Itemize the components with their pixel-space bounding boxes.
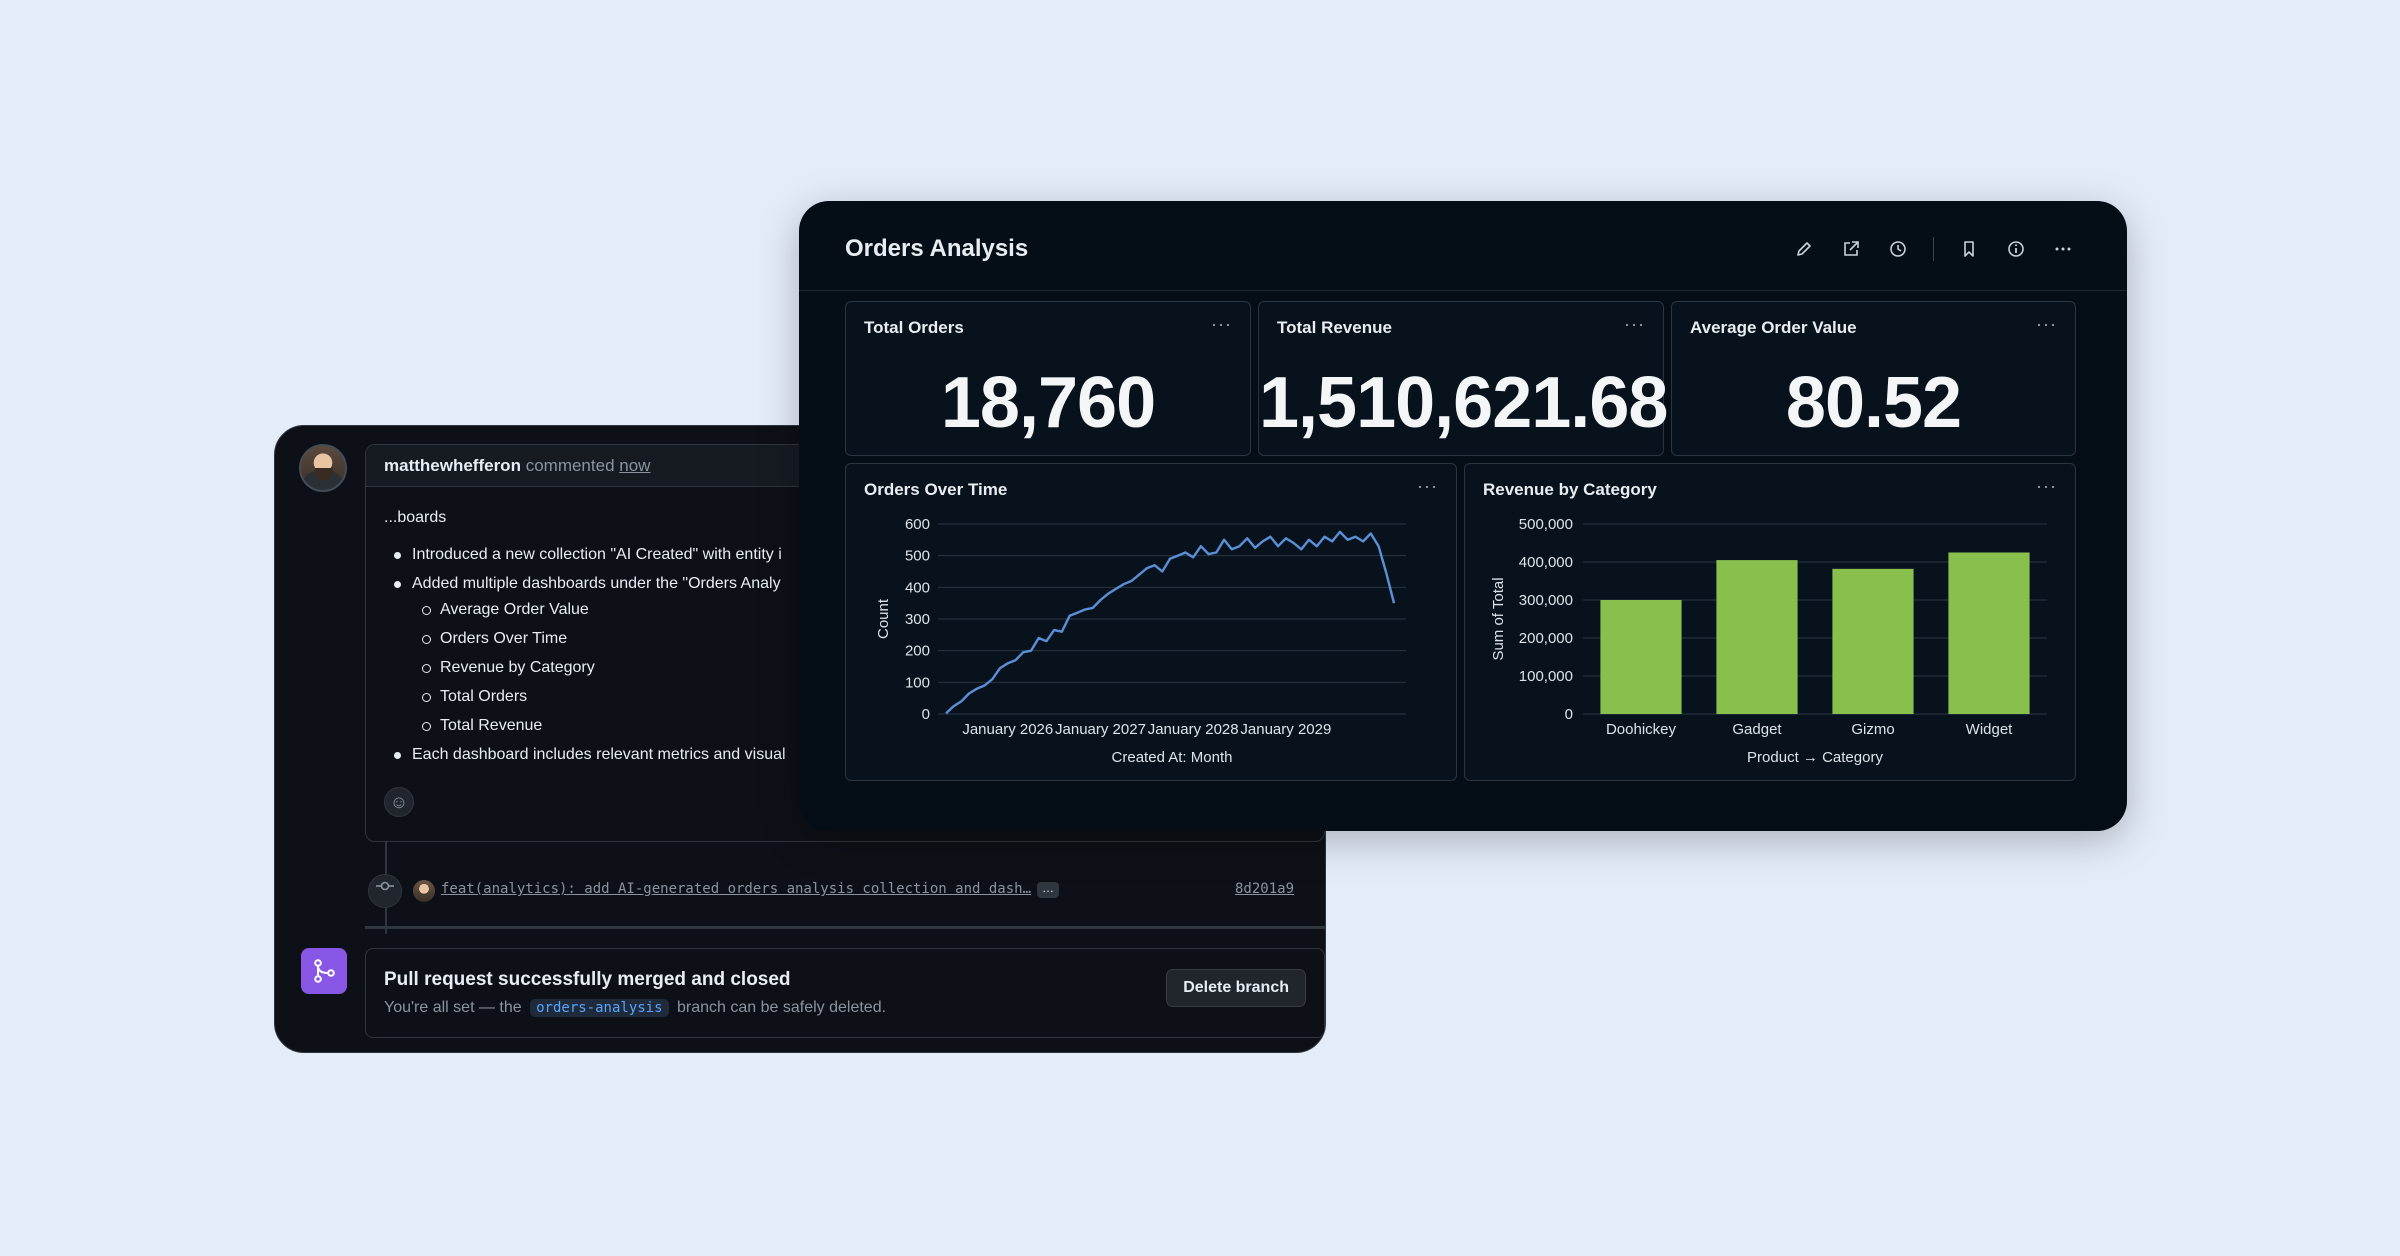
card-title: Average Order Value [1690,318,1857,337]
pencil-icon[interactable] [1792,237,1816,261]
x-tick-label: Widget [1966,721,2014,738]
toolbar-separator [1933,237,1934,261]
y-tick-label: 500 [905,548,930,565]
commit-icon [368,874,402,908]
card-title: Total Orders [864,318,964,337]
bar-chart: 0 100,000 200,000 300,000 400,000 500,000 Dooh… [1490,516,2047,766]
x-axis-label: Product → Category [1747,749,1883,766]
commit-author-avatar[interactable] [413,880,435,902]
bar [1948,552,2030,714]
y-tick-label: 200 [905,643,930,660]
chart-card-orders-over-time[interactable]: Orders Over Time ··· 0 100 200 300 400 500 600… [845,463,1457,781]
info-icon[interactable] [2004,237,2028,261]
x-tick-label: January 2028 [1148,721,1239,738]
merge-sub-before: You're all set — the [384,999,522,1016]
y-tick-label: 400 [905,579,930,596]
y-tick-label: 100,000 [1519,668,1573,685]
card-menu-icon[interactable]: ··· [1624,314,1645,335]
y-tick-label: 300 [905,611,930,628]
commit-expand-button[interactable]: … [1037,882,1059,898]
y-tick-label: 200,000 [1519,630,1573,647]
delete-branch-button[interactable]: Delete branch [1166,969,1306,1007]
x-tick-label: January 2026 [962,721,1053,738]
merge-icon [301,948,347,994]
y-tick-label: 100 [905,674,930,691]
merge-sub-after: branch can be safely deleted. [677,999,887,1016]
kpi-card-total-revenue[interactable]: Total Revenue ··· 1,510,621.68 [1258,301,1668,456]
card-title: Total Revenue [1277,318,1392,337]
series-line [945,530,1396,715]
kpi-value: 80.52 [1785,363,1962,443]
dashboard-panel: Orders Analysis Total Orders ··· 18,760 … [799,201,2127,831]
y-tick-label: 0 [922,706,930,723]
comment-time[interactable]: now [619,456,650,475]
comment-author[interactable]: matthewhefferon [384,456,521,475]
card-menu-icon[interactable]: ··· [2036,314,2057,335]
x-tick-label: Gizmo [1851,721,1894,738]
y-tick-label: 300,000 [1519,592,1573,609]
commit-sha[interactable]: 8d201a9 [1235,881,1294,897]
y-tick-label: 0 [1565,706,1573,723]
list-item-text: Added multiple dashboards under the "Ord… [412,575,781,592]
bar [1600,600,1682,714]
line-chart: 0100200300400500600January 2026 January 2… [875,516,1406,766]
x-tick-label: January 2029 [1240,721,1331,738]
clock-icon[interactable] [1886,237,1910,261]
kpi-card-total-orders[interactable]: Total Orders ··· 18,760 [845,301,1251,456]
x-axis-label: Created At: Month [1112,749,1233,766]
dashboard-header: Orders Analysis [799,201,2127,291]
kpi-card-average-order-value[interactable]: Average Order Value ··· 80.52 [1671,301,2076,456]
merge-status-title: Pull request successfully merged and clo… [384,969,791,990]
bar [1832,568,1914,714]
x-tick-label: January 2027 [1055,721,1146,738]
y-axis-label: Sum of Total [1490,577,1507,660]
dashboard-toolbar [1769,237,2075,261]
y-tick-label: 400,000 [1519,554,1573,571]
x-tick-label: Doohickey [1606,721,1677,738]
chart-card-revenue-by-category[interactable]: Revenue by Category ··· 0 100,000 200,000 3… [1464,463,2076,781]
timeline-divider [365,926,1325,929]
commit-message[interactable]: feat(analytics): add AI-generated orders… [441,881,1031,897]
share-icon[interactable] [1839,237,1863,261]
dashboard-title[interactable]: Orders Analysis [845,235,1028,263]
smiley-icon[interactable]: ☺ [384,787,414,817]
merge-status-box: Pull request successfully merged and clo… [365,948,1325,1038]
kpi-value: 1,510,621.68 [1259,363,1668,443]
x-tick-label: Gadget [1732,721,1782,738]
y-tick-label: 600 [905,516,930,533]
comment-action: commented [525,456,615,475]
card-menu-icon[interactable]: ··· [1211,314,1232,335]
merge-status-subtitle: You're all set — the orders-analysis bra… [384,999,886,1017]
more-icon[interactable] [2051,237,2075,261]
avatar[interactable] [299,444,347,492]
branch-name[interactable]: orders-analysis [530,999,669,1017]
bookmark-icon[interactable] [1957,237,1981,261]
bar [1716,560,1798,714]
kpi-value: 18,760 [940,363,1156,443]
y-axis-label: Count [875,598,892,639]
y-tick-label: 500,000 [1519,516,1573,533]
